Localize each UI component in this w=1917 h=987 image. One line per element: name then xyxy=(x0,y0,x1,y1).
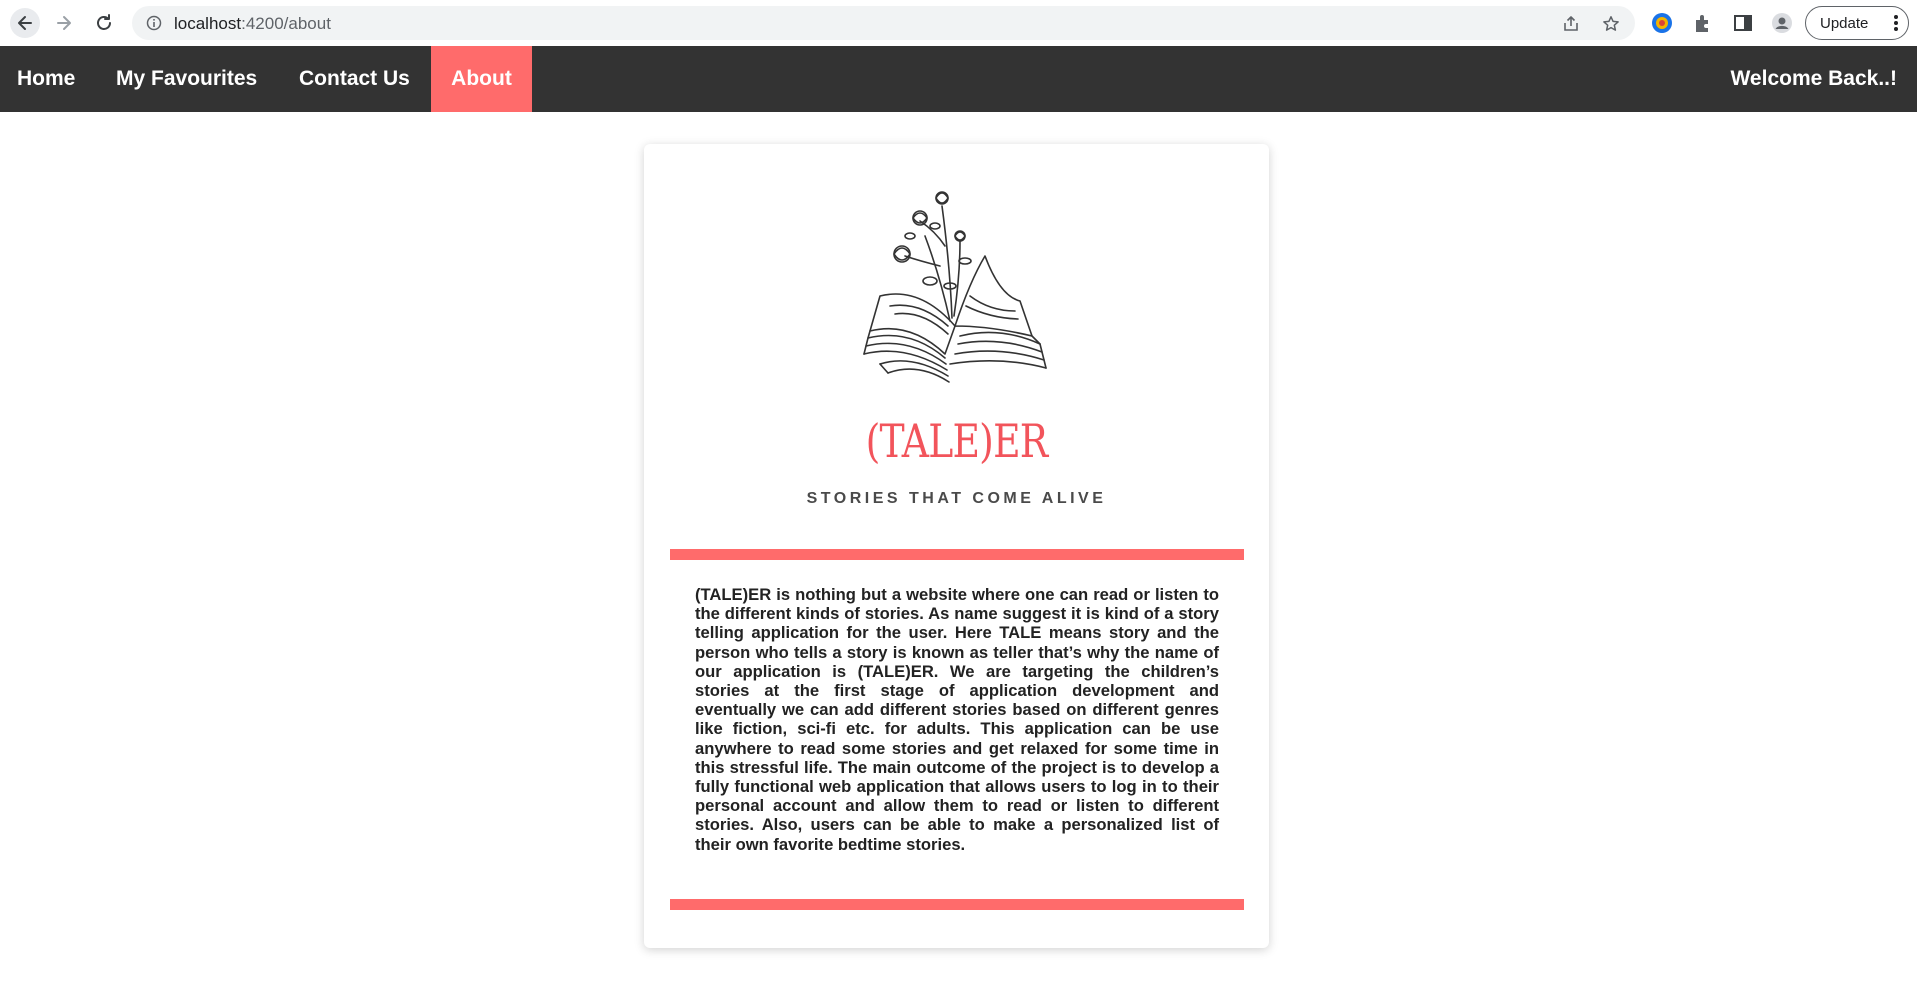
nav-home[interactable]: Home xyxy=(17,46,75,112)
arrow-left-icon xyxy=(18,16,32,30)
puzzle-extensions-icon[interactable] xyxy=(1692,12,1714,34)
arrow-right-icon xyxy=(57,16,71,30)
reload-icon xyxy=(97,14,111,30)
open-book-with-flowers-icon xyxy=(863,191,1047,383)
profile-avatar-icon[interactable] xyxy=(1771,12,1793,34)
app-navbar: Home My Favourites Contact Us About Welc… xyxy=(0,46,1917,112)
nav-contact-us[interactable]: Contact Us xyxy=(299,46,410,112)
about-card: (TALE)ER STORIES THAT COME ALIVE (TALE)E… xyxy=(644,144,1269,948)
more-menu-icon[interactable] xyxy=(1894,13,1898,33)
info-icon[interactable] xyxy=(146,15,162,31)
url-path: :4200/about xyxy=(241,14,331,33)
reload-button[interactable] xyxy=(89,8,119,38)
share-icon[interactable] xyxy=(1562,15,1580,33)
address-bar[interactable]: localhost:4200/about xyxy=(132,6,1635,40)
about-description: (TALE)ER is nothing but a website where … xyxy=(695,585,1219,854)
url-text: localhost:4200/about xyxy=(174,14,331,34)
brand-name: (TALE)ER xyxy=(865,414,1049,468)
browser-toolbar: localhost:4200/about Update xyxy=(0,0,1917,46)
nav-my-favourites[interactable]: My Favourites xyxy=(116,46,257,112)
welcome-message: Welcome Back..! xyxy=(1730,67,1897,90)
extension-browser-icon[interactable] xyxy=(1651,12,1673,34)
tagline: STORIES THAT COME ALIVE xyxy=(806,490,1107,507)
update-button[interactable]: Update xyxy=(1805,6,1909,40)
forward-button[interactable] xyxy=(49,8,79,38)
side-panel-icon[interactable] xyxy=(1732,12,1754,34)
url-host: localhost xyxy=(174,14,242,33)
back-button[interactable] xyxy=(10,8,40,38)
divider-bottom xyxy=(670,899,1244,910)
nav-about[interactable]: About xyxy=(431,46,532,112)
star-icon[interactable] xyxy=(1602,15,1620,33)
update-label: Update xyxy=(1820,14,1869,32)
divider-top xyxy=(670,549,1244,560)
